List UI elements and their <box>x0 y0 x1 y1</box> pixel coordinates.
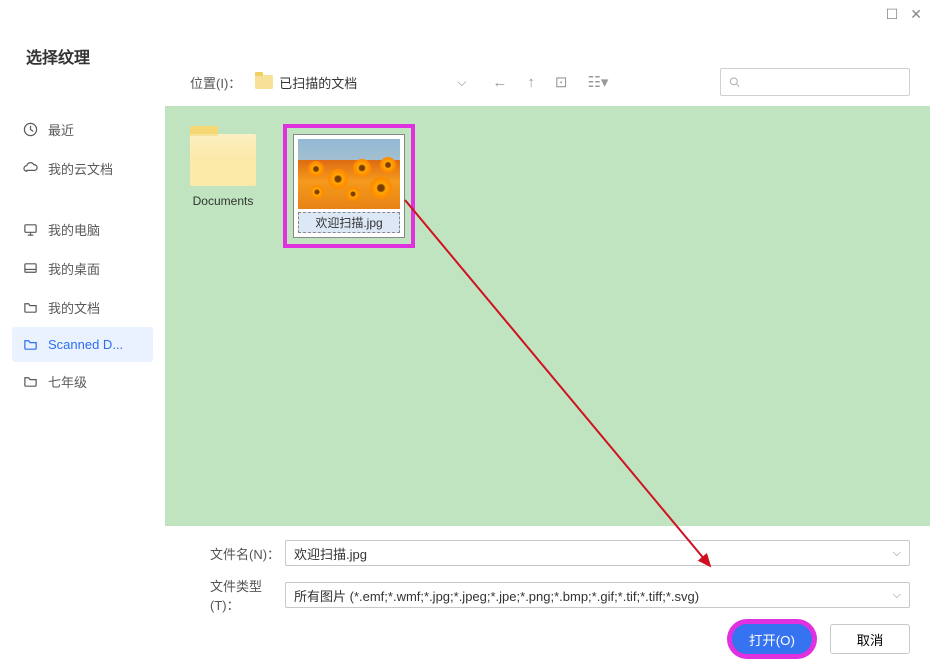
open-button[interactable]: 打开(O) <box>732 624 812 654</box>
folder-icon <box>22 374 38 389</box>
folder-item[interactable]: Documents <box>183 124 263 208</box>
sidebar-item-label: 我的云文档 <box>48 159 113 178</box>
sidebar-item-label: 我的电脑 <box>48 220 100 239</box>
sidebar: 最近我的云文档我的电脑我的桌面我的文档 Scanned D... 七年级 <box>0 106 165 526</box>
filename-label: 文件名(N)： <box>210 544 285 563</box>
bottom-panel: 文件名(N)： 欢迎扫描.jpg ⌵ 文件类型(T)： 所有图片 (*.emf;… <box>0 526 930 672</box>
sidebar-item-label: 七年级 <box>48 372 87 391</box>
monitor-icon <box>22 222 38 237</box>
sidebar-item-label: Scanned D... <box>48 337 123 352</box>
sidebar-item-Scanned D...[interactable]: Scanned D... <box>12 327 153 362</box>
search-input[interactable] <box>720 68 910 96</box>
cancel-button[interactable]: 取消 <box>830 624 910 654</box>
folder-icon <box>190 134 256 186</box>
new-folder-icon[interactable]: ⊡ <box>555 73 568 91</box>
chevron-down-icon: ⌵ <box>893 589 901 602</box>
sidebar-item-我的桌面[interactable]: 我的桌面 <box>12 249 153 288</box>
close-icon[interactable]: ✕ <box>910 6 922 23</box>
filetype-label: 文件类型(T)： <box>210 576 285 614</box>
desktop-icon <box>22 261 38 276</box>
file-label: 欢迎扫描.jpg <box>298 212 400 233</box>
sidebar-item-label: 我的文档 <box>48 298 100 317</box>
up-icon[interactable]: ↑ <box>527 74 535 91</box>
image-item-selected[interactable]: 欢迎扫描.jpg <box>283 124 415 248</box>
sidebar-item-最近[interactable]: 最近 <box>12 110 153 149</box>
sidebar-item-label: 我的桌面 <box>48 259 100 278</box>
path-selector[interactable]: 已扫描的文档 ⌵ <box>249 71 472 94</box>
location-label: 位置(I)： <box>190 73 241 92</box>
sidebar-item-我的电脑[interactable]: 我的电脑 <box>12 210 153 249</box>
search-icon <box>729 75 740 89</box>
view-icon[interactable]: ☷▾ <box>587 73 608 91</box>
current-path: 已扫描的文档 <box>279 73 357 92</box>
sidebar-item-label: 最近 <box>48 120 74 139</box>
file-label: Documents <box>183 194 263 208</box>
folder-icon <box>22 300 38 315</box>
cloud-icon <box>22 161 38 176</box>
maximize-icon[interactable]: ☐ <box>886 6 899 23</box>
back-icon[interactable]: ← <box>492 74 507 91</box>
file-pane[interactable]: Documents 欢迎扫描.jpg <box>165 106 930 526</box>
image-thumbnail <box>298 139 400 209</box>
toolbar: 位置(I)： 已扫描的文档 ⌵ ← ↑ ⊡ ☷▾ <box>0 58 930 106</box>
clock-icon <box>22 122 38 137</box>
chevron-down-icon: ⌵ <box>893 547 901 560</box>
filename-input[interactable]: 欢迎扫描.jpg ⌵ <box>285 540 910 566</box>
sidebar-item-我的文档[interactable]: 我的文档 <box>12 288 153 327</box>
filetype-select[interactable]: 所有图片 (*.emf;*.wmf;*.jpg;*.jpeg;*.jpe;*.p… <box>285 582 910 608</box>
folder-icon <box>22 337 38 352</box>
chevron-down-icon: ⌵ <box>457 75 466 90</box>
titlebar: ☐ ✕ <box>0 0 930 28</box>
sidebar-item-七年级[interactable]: 七年级 <box>12 362 153 401</box>
folder-icon <box>255 75 273 89</box>
sidebar-item-我的云文档[interactable]: 我的云文档 <box>12 149 153 188</box>
